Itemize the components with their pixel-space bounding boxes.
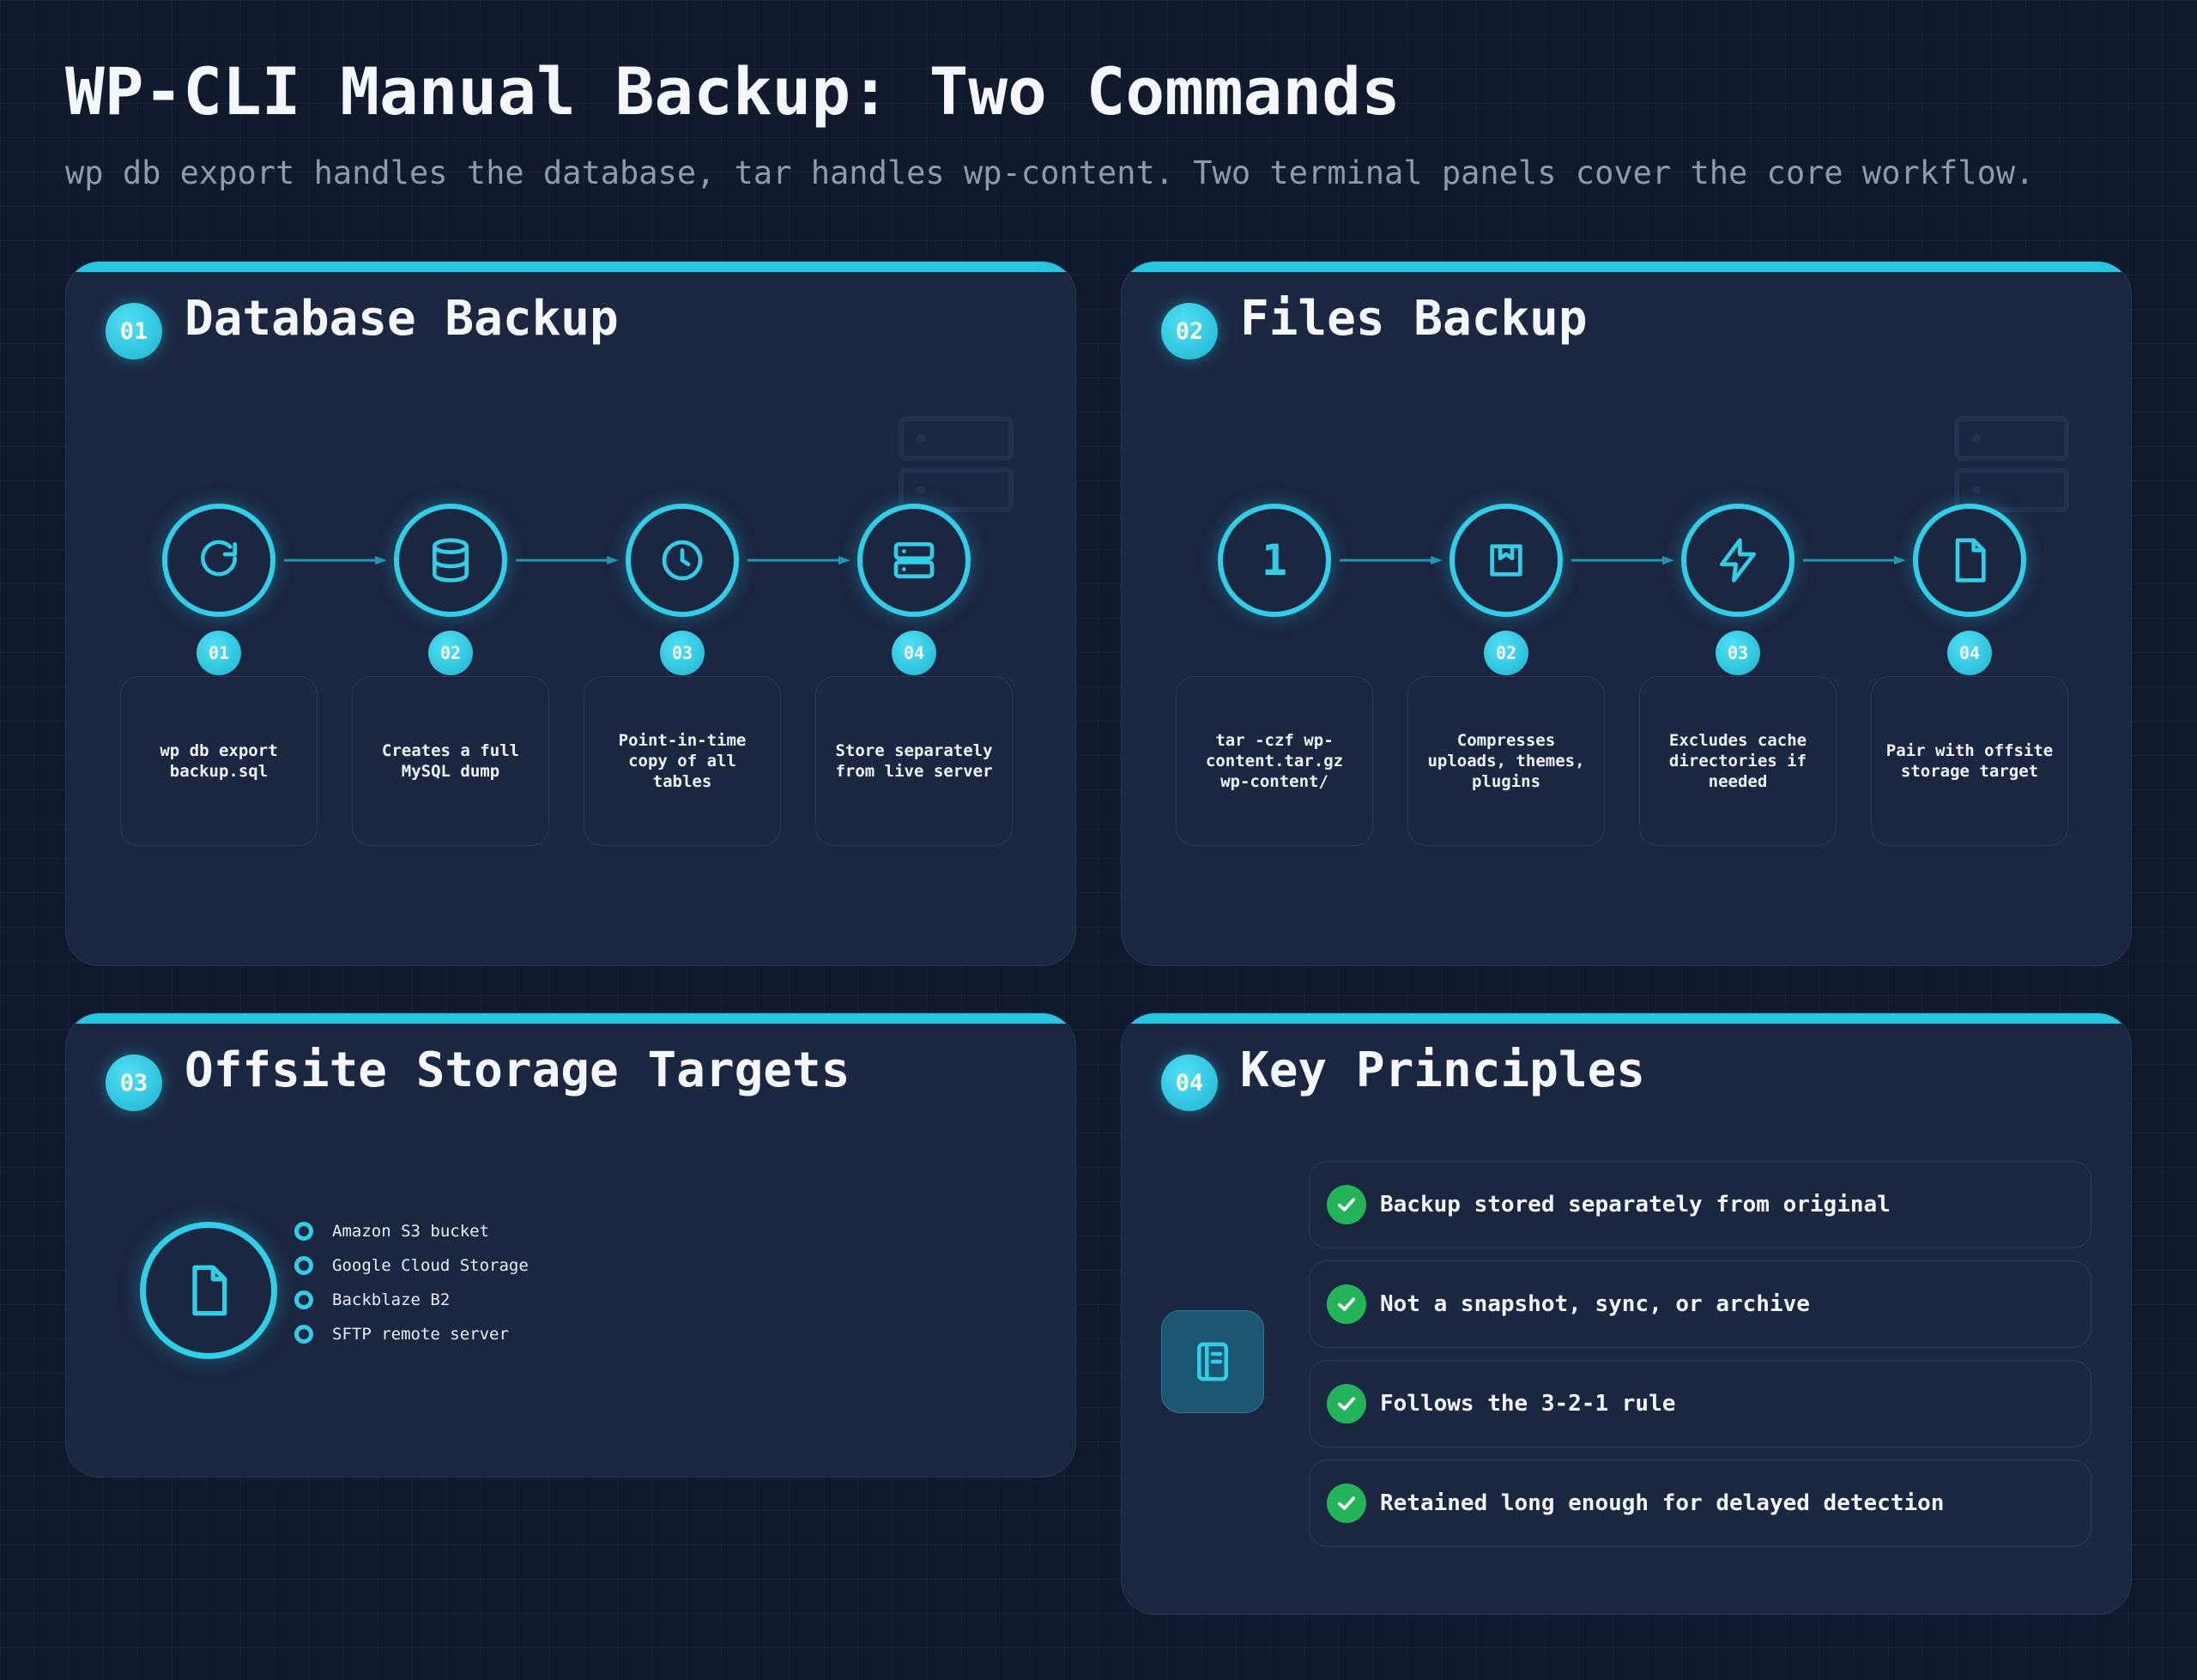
check-icon — [1327, 1284, 1366, 1324]
step-description: wp db export backup.sql — [120, 676, 318, 846]
bullet-icon — [294, 1290, 313, 1309]
principle-label: Retained long enough for delayed detecti… — [1380, 1490, 1945, 1516]
database-backup-panel: 01 Database Backup 01 02 03 04 wp db exp… — [65, 261, 1076, 966]
step-one-label: 1 — [1261, 535, 1288, 585]
step-number-badge: 03 — [1716, 631, 1760, 675]
files-backup-panel: 02 Files Backup 1 02 03 04 tar -czf wp-c… — [1121, 261, 2132, 966]
server-icon — [857, 504, 971, 617]
step-number-badge: 01 — [197, 631, 241, 675]
clock-icon — [626, 504, 739, 617]
step-number-badge: 03 — [660, 631, 705, 675]
principle-item: Retained long enough for delayed detecti… — [1309, 1459, 2091, 1547]
bullet-icon — [294, 1325, 313, 1344]
step-number-badge: 02 — [428, 631, 473, 675]
notebook-icon — [1161, 1310, 1264, 1413]
check-icon — [1327, 1484, 1366, 1523]
storage-target-label: SFTP remote server — [332, 1325, 509, 1344]
list-item: Amazon S3 bucket — [294, 1214, 529, 1248]
check-icon — [1327, 1384, 1366, 1423]
step-description: Pair with offsite storage target — [1871, 676, 2068, 846]
file-icon — [140, 1222, 277, 1359]
step-description: tar -czf wp-content.tar.gz wp-content/ — [1176, 676, 1373, 846]
storage-target-list: Amazon S3 bucket Google Cloud Storage Ba… — [294, 1214, 529, 1351]
principle-item: Backup stored separately from original — [1309, 1161, 2091, 1248]
step-number-badge: 04 — [892, 631, 936, 675]
flow-arrow — [1571, 556, 1674, 565]
panel-badge: 04 — [1161, 1055, 1218, 1111]
step-number-badge: 02 — [1484, 631, 1528, 675]
step-number-badge: 04 — [1947, 631, 1992, 675]
bullet-icon — [294, 1222, 313, 1241]
archive-icon — [1450, 504, 1563, 617]
principle-label: Not a snapshot, sync, or archive — [1380, 1291, 1810, 1317]
page-subtitle: wp db export handles the database, tar h… — [65, 154, 2035, 191]
check-icon — [1327, 1185, 1366, 1224]
list-item: SFTP remote server — [294, 1317, 529, 1351]
principle-item: Not a snapshot, sync, or archive — [1309, 1260, 2091, 1348]
step-flow: 01 02 03 04 wp db export backup.sql Crea… — [66, 262, 1075, 965]
panel-badge: 03 — [106, 1055, 162, 1111]
page-title: WP-CLI Manual Backup: Two Commands — [65, 53, 1401, 130]
step-description: Compresses uploads, themes, plugins — [1407, 676, 1605, 846]
storage-target-label: Backblaze B2 — [332, 1290, 451, 1309]
refresh-icon — [162, 504, 275, 617]
principle-label: Follows the 3-2-1 rule — [1380, 1391, 1676, 1417]
step-description: Point-in-time copy of all tables — [584, 676, 781, 846]
flow-arrow — [1340, 556, 1443, 565]
bullet-icon — [294, 1256, 313, 1275]
list-item: Backblaze B2 — [294, 1283, 529, 1317]
offsite-storage-panel: 03 Offsite Storage Targets Amazon S3 buc… — [65, 1012, 1076, 1478]
key-principles-panel: 04 Key Principles Backup stored separate… — [1121, 1012, 2132, 1615]
principle-item: Follows the 3-2-1 rule — [1309, 1360, 2091, 1447]
flow-arrow — [284, 556, 387, 565]
step-one-marker: 1 — [1218, 504, 1331, 617]
step-description: Excludes cache directories if needed — [1639, 676, 1837, 846]
list-item: Google Cloud Storage — [294, 1248, 529, 1283]
flow-arrow — [747, 556, 850, 565]
step-flow: 1 02 03 04 tar -czf wp-content.tar.gz wp… — [1122, 262, 2131, 965]
flow-arrow — [516, 556, 619, 565]
storage-target-label: Google Cloud Storage — [332, 1256, 529, 1275]
database-icon — [394, 504, 507, 617]
panel-title: Offsite Storage Targets — [185, 1042, 850, 1098]
principle-label: Backup stored separately from original — [1380, 1192, 1891, 1218]
step-description: Store separately from live server — [815, 676, 1013, 846]
step-description: Creates a full MySQL dump — [352, 676, 549, 846]
storage-target-label: Amazon S3 bucket — [332, 1222, 490, 1241]
file-icon — [1913, 504, 2026, 617]
panel-title: Key Principles — [1240, 1042, 1646, 1098]
lightning-icon — [1681, 504, 1795, 617]
flow-arrow — [1803, 556, 1906, 565]
